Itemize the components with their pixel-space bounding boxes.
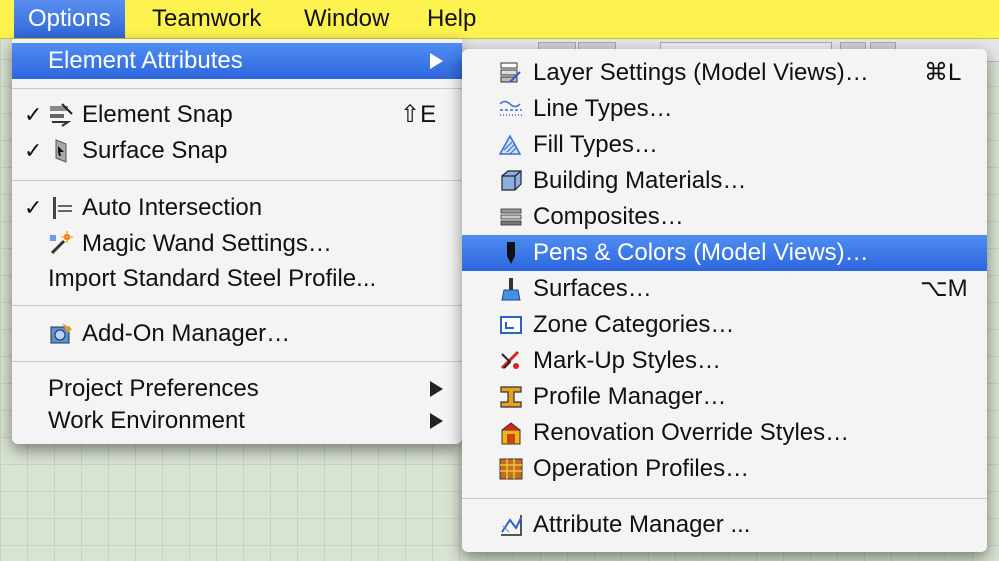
menu-help[interactable]: Help — [413, 0, 490, 38]
fill-types-icon — [498, 134, 522, 155]
menu-item-label: Renovation Override Styles… — [533, 419, 850, 446]
submenu-arrow-icon — [430, 413, 443, 429]
shortcut-label: ⇧E — [400, 101, 437, 128]
separator — [12, 88, 462, 89]
menu-window[interactable]: Window — [290, 0, 403, 38]
menu-bar: Options Teamwork Window Help — [0, 0, 999, 39]
menu-item-surface-snap[interactable]: ✓ Surface Snap — [12, 133, 462, 169]
menu-item-label: Mark-Up Styles… — [533, 347, 722, 374]
pen-icon — [507, 242, 515, 264]
element-attributes-submenu: Layer Settings (Model Views)… ⌘L Line Ty… — [462, 49, 987, 552]
attribute-manager-icon — [501, 515, 522, 536]
menu-item-label: Line Types… — [533, 95, 673, 122]
checkmark-icon: ✓ — [24, 195, 43, 220]
menu-item-label: Add-On Manager… — [82, 320, 291, 347]
shortcut-label: ⌥M — [920, 275, 968, 302]
menu-item-attribute-manager[interactable]: Attribute Manager ... — [462, 507, 987, 543]
line-types-icon — [499, 100, 522, 116]
menu-item-profile-manager[interactable]: Profile Manager… — [462, 379, 987, 415]
menu-item-label: Surface Snap — [82, 137, 228, 164]
element-snap-icon — [50, 103, 73, 127]
addon-manager-icon — [50, 323, 72, 344]
menu-item-import-steel-profile[interactable]: Import Standard Steel Profile... — [12, 261, 462, 297]
menu-item-label: Work Environment — [48, 407, 245, 434]
menu-item-markup-styles[interactable]: Mark-Up Styles… — [462, 343, 987, 379]
menu-item-label: Element Snap — [82, 101, 233, 128]
options-menu: Element Attributes ✓ Element Snap ⇧E ✓ S… — [12, 39, 462, 444]
layer-settings-icon — [500, 62, 521, 83]
checkmark-icon: ✓ — [24, 102, 43, 127]
menu-item-label: Building Materials… — [533, 167, 747, 194]
menu-item-building-materials[interactable]: Building Materials… — [462, 163, 987, 199]
menu-item-label: Layer Settings (Model Views)… — [533, 59, 869, 86]
zone-categories-icon — [500, 316, 522, 334]
separator — [12, 361, 462, 362]
auto-intersection-icon — [53, 197, 72, 219]
composites-icon — [500, 208, 522, 226]
menu-item-label: Auto Intersection — [82, 194, 263, 221]
menu-item-label: Zone Categories… — [533, 311, 735, 338]
menu-item-layer-settings[interactable]: Layer Settings (Model Views)… ⌘L — [462, 55, 987, 91]
checkmark-icon: ✓ — [24, 138, 43, 163]
building-materials-icon — [501, 170, 522, 191]
menu-item-label: Project Preferences — [48, 375, 259, 402]
menu-item-label: Fill Types… — [533, 131, 658, 158]
menu-item-label: Profile Manager… — [533, 383, 727, 410]
menu-item-label: Surfaces… — [533, 275, 652, 302]
menu-item-label: Element Attributes — [48, 47, 243, 74]
menu-teamwork[interactable]: Teamwork — [138, 0, 275, 38]
menu-item-operation-profiles[interactable]: Operation Profiles… — [462, 451, 987, 487]
menu-item-renovation-styles[interactable]: Renovation Override Styles… — [462, 415, 987, 451]
menu-item-project-preferences[interactable]: Project Preferences — [12, 371, 462, 407]
menu-item-composites[interactable]: Composites… — [462, 199, 987, 235]
submenu-arrow-icon — [430, 381, 443, 397]
menu-item-addon-manager[interactable]: Add-On Manager… — [12, 316, 462, 352]
menu-item-label: Magic Wand Settings… — [82, 230, 332, 257]
magic-wand-icon — [50, 231, 73, 255]
menu-item-label: Attribute Manager ... — [533, 511, 751, 538]
separator — [12, 305, 462, 306]
surface-snap-icon — [55, 139, 67, 163]
menu-item-line-types[interactable]: Line Types… — [462, 91, 987, 127]
separator — [12, 180, 462, 181]
menu-item-element-snap[interactable]: ✓ Element Snap ⇧E — [12, 97, 462, 133]
shortcut-label: ⌘L — [924, 59, 962, 86]
menu-item-surfaces[interactable]: Surfaces… ⌥M — [462, 271, 987, 307]
menu-item-fill-types[interactable]: Fill Types… — [462, 127, 987, 163]
operation-profiles-icon — [499, 458, 523, 480]
menu-item-element-attributes[interactable]: Element Attributes — [12, 43, 462, 79]
markup-styles-icon — [500, 350, 520, 370]
menu-item-pens-colors[interactable]: Pens & Colors (Model Views)… — [462, 235, 987, 271]
separator — [462, 498, 987, 499]
menu-item-label: Import Standard Steel Profile... — [48, 265, 377, 292]
profile-manager-icon — [500, 386, 522, 408]
menu-item-label: Operation Profiles… — [533, 455, 750, 482]
menu-item-label: Composites… — [533, 203, 684, 230]
renovation-styles-icon — [501, 422, 521, 445]
submenu-arrow-icon — [430, 53, 443, 69]
menu-item-work-environment[interactable]: Work Environment — [12, 403, 462, 439]
menu-item-auto-intersection[interactable]: ✓ Auto Intersection — [12, 190, 462, 226]
menu-item-zone-categories[interactable]: Zone Categories… — [462, 307, 987, 343]
menu-item-label: Pens & Colors (Model Views)… — [533, 239, 869, 266]
menu-options[interactable]: Options — [14, 0, 125, 38]
surfaces-icon — [501, 278, 521, 301]
menu-item-magic-wand[interactable]: Magic Wand Settings… — [12, 226, 462, 262]
